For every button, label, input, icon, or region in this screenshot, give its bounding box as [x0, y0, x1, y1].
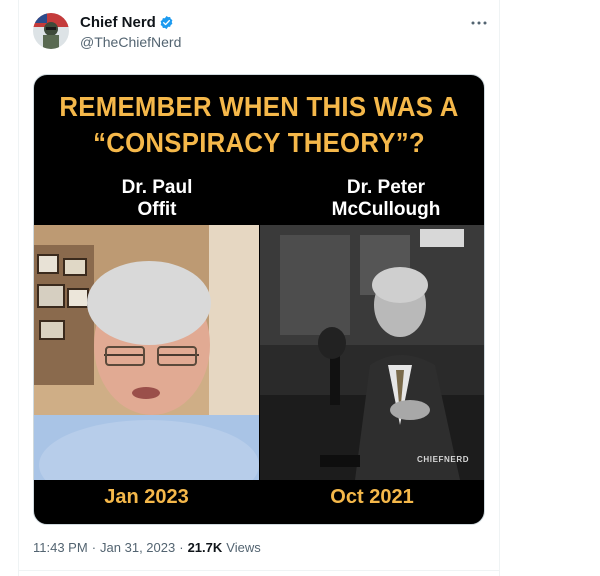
views-count[interactable]: 21.7K [188, 540, 223, 555]
left-date-label: Jan 2023 [104, 486, 189, 508]
tweet-date[interactable]: Jan 31, 2023 [100, 540, 175, 555]
media-watermark: CHIEFNERD [417, 455, 470, 464]
meta-separator-2: · [179, 540, 184, 555]
timeline-right-border [499, 0, 500, 576]
left-name-line-1: Dr. Paul [121, 177, 193, 198]
tweet-divider [18, 570, 500, 571]
right-person-name: Dr. Peter McCullough [296, 177, 476, 221]
avatar-image [33, 13, 69, 49]
headline-line-2: “CONSPIRACY THEORY”? [93, 127, 425, 158]
right-video-frame [260, 225, 484, 480]
author-display-name[interactable]: Chief Nerd [80, 14, 156, 31]
tweet-time[interactable]: 11:43 PM [33, 540, 88, 555]
left-video-frame [34, 225, 259, 480]
media-headline: REMEMBER WHEN THIS WAS A “CONSPIRACY THE… [52, 89, 466, 161]
headline-line-1: REMEMBER WHEN THIS WAS A [59, 91, 459, 122]
right-date-label: Oct 2021 [330, 486, 414, 508]
tweet-media[interactable]: REMEMBER WHEN THIS WAS A “CONSPIRACY THE… [33, 74, 485, 525]
author-handle[interactable]: @TheChiefNerd [80, 34, 181, 50]
left-person-name: Dr. Paul Offit [82, 177, 232, 221]
author-avatar[interactable] [33, 13, 69, 49]
meta-separator: · [91, 540, 97, 555]
views-label[interactable]: Views [226, 540, 260, 555]
right-name-line-2: McCullough [331, 199, 441, 220]
more-horizontal-icon[interactable] [469, 13, 489, 33]
right-name-line-1: Dr. Peter [346, 177, 426, 198]
tweet-meta: 11:43 PM · Jan 31, 2023 · 21.7K Views [33, 540, 261, 555]
timeline-left-border [18, 0, 19, 576]
left-name-line-2: Offit [137, 199, 177, 220]
verified-badge-icon [159, 15, 174, 30]
